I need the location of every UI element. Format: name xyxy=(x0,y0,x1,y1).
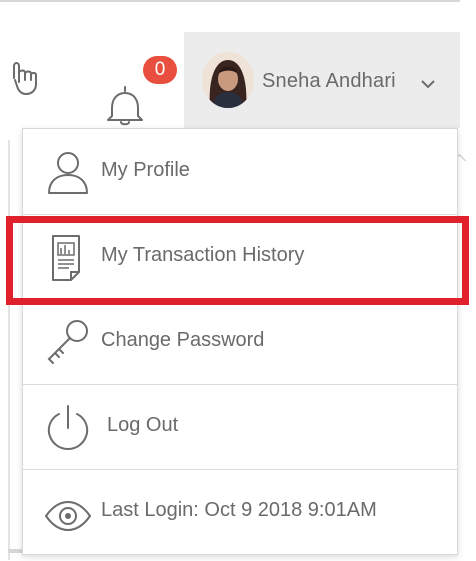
user-avatar xyxy=(202,52,254,108)
chevron-down-icon xyxy=(421,80,435,89)
power-icon xyxy=(47,405,89,451)
bell-icon xyxy=(107,86,143,126)
menu-item-log-out[interactable]: Log Out xyxy=(23,384,457,470)
last-login-text: Last Login: Oct 9 2018 9:01AM xyxy=(101,499,377,521)
user-menu-button[interactable]: Sneha Andhari xyxy=(184,32,460,128)
highlight-box xyxy=(6,216,469,305)
menu-item-my-profile[interactable]: My Profile xyxy=(23,129,457,215)
user-dropdown-menu: My Profile My Transaction History Change… xyxy=(22,128,458,555)
user-name: Sneha Andhari xyxy=(262,70,396,92)
menu-item-change-password[interactable]: Change Password xyxy=(23,299,457,385)
hand-pointer-icon[interactable] xyxy=(10,56,50,96)
user-icon xyxy=(48,152,88,194)
menu-item-label: Change Password xyxy=(101,329,265,351)
header-toolbar: 0 Sneha Andhari xyxy=(0,28,460,128)
menu-item-label: My Profile xyxy=(101,159,190,181)
notifications-button[interactable]: 0 xyxy=(102,56,177,126)
top-divider xyxy=(0,0,460,6)
notification-count-badge: 0 xyxy=(143,56,177,84)
eye-icon xyxy=(44,500,92,532)
menu-item-last-login: Last Login: Oct 9 2018 9:01AM xyxy=(23,469,457,554)
menu-item-label: Log Out xyxy=(107,414,179,436)
key-icon xyxy=(47,320,88,364)
